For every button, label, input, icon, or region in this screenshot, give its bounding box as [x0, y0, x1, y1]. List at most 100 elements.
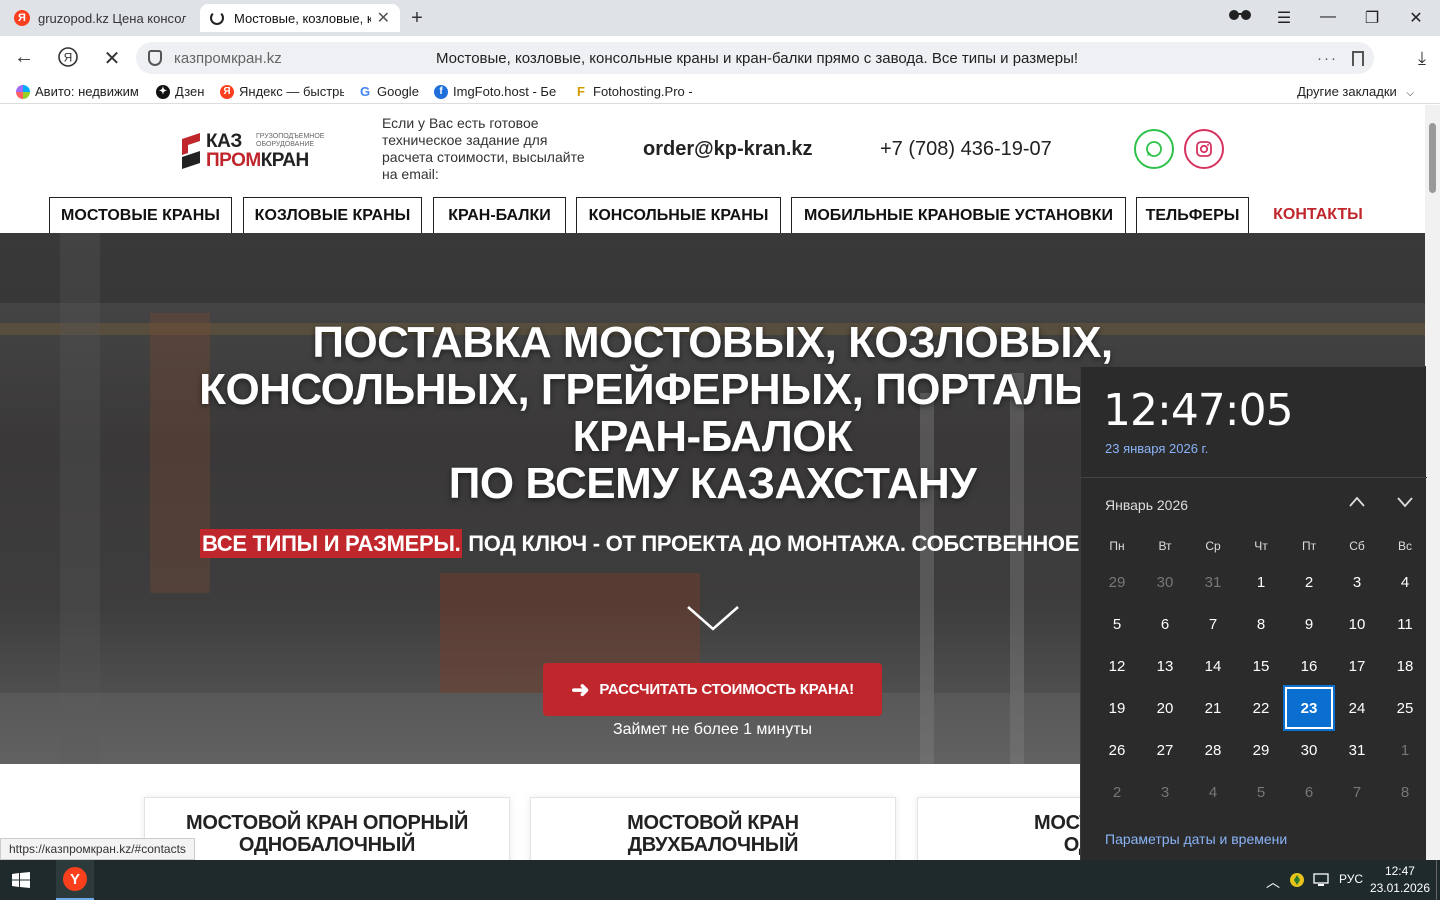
bookmark-dzen[interactable]: ✦ Дзен: [156, 84, 212, 99]
calendar-day[interactable]: 5: [1093, 603, 1141, 645]
more-dots-icon[interactable]: ···: [1317, 50, 1338, 67]
calendar-day[interactable]: 9: [1285, 603, 1333, 645]
calendar-day[interactable]: 3: [1333, 561, 1381, 603]
product-card[interactable]: МОСТОВОЙ КРАН ДВУХБАЛОЧНЫЙ: [530, 797, 896, 860]
download-icon[interactable]: ⤓: [1418, 48, 1426, 69]
bookmark-icon[interactable]: [1352, 50, 1364, 66]
calendar-day[interactable]: 5: [1237, 771, 1285, 813]
incognito-glasses-icon[interactable]: [1228, 8, 1252, 27]
date-time-settings-link[interactable]: Параметры даты и времени: [1105, 831, 1287, 847]
calendar-day[interactable]: 2: [1093, 771, 1141, 813]
calendar-day[interactable]: 10: [1333, 603, 1381, 645]
language-indicator[interactable]: РУС: [1339, 872, 1363, 886]
calendar-day[interactable]: 19: [1093, 687, 1141, 729]
other-bookmarks-button[interactable]: Другие закладки ⌵: [1297, 84, 1414, 99]
calendar-day[interactable]: 26: [1093, 729, 1141, 771]
close-window-icon[interactable]: ✕: [1404, 8, 1428, 28]
calendar-day[interactable]: 1: [1237, 561, 1285, 603]
calendar-flyout: 12:47:05 23 января 2026 г. Январь 2026 П…: [1080, 366, 1429, 860]
whatsapp-button[interactable]: [1134, 129, 1174, 169]
calendar-day[interactable]: 25: [1381, 687, 1429, 729]
calculate-price-button[interactable]: ➜ РАССЧИТАТЬ СТОИМОСТЬ КРАНА!: [543, 663, 882, 716]
calendar-day[interactable]: 31: [1189, 561, 1237, 603]
chevron-down-icon[interactable]: [1396, 493, 1414, 511]
windows-start-icon[interactable]: [12, 872, 30, 888]
calendar-day[interactable]: 22: [1237, 687, 1285, 729]
bookmark-fotohosting[interactable]: F Fotohosting.Pro -: [574, 84, 700, 99]
calendar-day[interactable]: 16: [1285, 645, 1333, 687]
calendar-day[interactable]: 13: [1141, 645, 1189, 687]
calendar-day[interactable]: 8: [1237, 603, 1285, 645]
calendar-day[interactable]: 31: [1333, 729, 1381, 771]
calendar-day[interactable]: 14: [1189, 645, 1237, 687]
bookmark-google[interactable]: G Google: [358, 84, 424, 99]
scrollbar-thumb[interactable]: [1429, 123, 1436, 193]
scroll-down-chevron-icon[interactable]: [686, 603, 740, 633]
calendar-day-today[interactable]: 23: [1283, 685, 1335, 731]
flyout-date-link[interactable]: 23 января 2026 г.: [1105, 441, 1208, 456]
tab-kazpromkran-active[interactable]: Мостовые, козловые, к ✕: [200, 4, 400, 32]
calendar-day[interactable]: 20: [1141, 687, 1189, 729]
nav-konsolnye-krany[interactable]: КОНСОЛЬНЫЕ КРАНЫ: [576, 197, 781, 233]
site-logo[interactable]: КАЗ ГРУЗОПОДЪЕМНОЕ ОБОРУДОВАНИЕ ПРОМКРАН: [180, 131, 330, 171]
bookmark-avito[interactable]: Авито: недвижим: [16, 84, 144, 99]
calendar-day[interactable]: 3: [1141, 771, 1189, 813]
new-tab-button[interactable]: +: [406, 8, 428, 30]
bookmark-imgfoto[interactable]: f ImgFoto.host - Бе: [434, 84, 560, 99]
nav-kozlovye-krany[interactable]: КОЗЛОВЫЕ КРАНЫ: [243, 197, 422, 233]
weekday-label: Чт: [1254, 539, 1268, 553]
tab-gruzopod[interactable]: Я gruzopod.kz Цена консол: [4, 4, 196, 32]
calendar-day[interactable]: 29: [1237, 729, 1285, 771]
calendar-month-label[interactable]: Январь 2026: [1105, 497, 1188, 513]
bookmark-yandex[interactable]: Я Яндекс — быстры: [220, 84, 344, 99]
network-icon[interactable]: [1313, 872, 1331, 891]
chevron-up-icon[interactable]: [1348, 493, 1366, 511]
nav-mostovye-krany[interactable]: МОСТОВЫЕ КРАНЫ: [49, 197, 232, 233]
tray-chevron-up-icon[interactable]: ︿: [1266, 872, 1280, 892]
back-arrow-icon[interactable]: ←: [10, 46, 38, 69]
calendar-day[interactable]: 15: [1237, 645, 1285, 687]
calendar-day[interactable]: 17: [1333, 645, 1381, 687]
calendar-day[interactable]: 6: [1285, 771, 1333, 813]
weekday-label: Ср: [1205, 539, 1221, 553]
nav-kran-balki[interactable]: КРАН-БАЛКИ: [433, 197, 566, 233]
yandex-browser-taskbar-button[interactable]: Y: [56, 860, 94, 900]
calendar-day[interactable]: 28: [1189, 729, 1237, 771]
contact-phone-link[interactable]: +7 (708) 436-19-07: [880, 138, 1052, 161]
calendar-day[interactable]: 4: [1381, 561, 1429, 603]
url-field[interactable]: казпромкран.kz Мостовые, козловые, консо…: [136, 42, 1374, 74]
product-card[interactable]: МОСТОВОЙ КРАН ОПОРНЫЙ ОДНОБАЛОЧНЫЙ: [144, 797, 510, 860]
nav-kontakty[interactable]: КОНТАКТЫ: [1259, 197, 1377, 233]
yandex-button-icon[interactable]: Я: [54, 46, 82, 74]
tray-app-icon[interactable]: [1289, 872, 1305, 891]
nav-telfery[interactable]: ТЕЛЬФЕРЫ: [1136, 197, 1249, 233]
calendar-day[interactable]: 7: [1189, 603, 1237, 645]
calendar-day[interactable]: 18: [1381, 645, 1429, 687]
url-domain: казпромкран.kz: [174, 49, 282, 67]
site-security-shield-icon[interactable]: [148, 50, 162, 66]
restore-window-icon[interactable]: ❐: [1360, 8, 1384, 28]
show-desktop-button[interactable]: [1436, 860, 1440, 900]
calendar-day[interactable]: 4: [1189, 771, 1237, 813]
menu-hamburger-icon[interactable]: ☰: [1272, 8, 1296, 28]
calendar-day[interactable]: 29: [1093, 561, 1141, 603]
instagram-button[interactable]: [1184, 129, 1224, 169]
calendar-day[interactable]: 6: [1141, 603, 1189, 645]
calendar-day[interactable]: 24: [1333, 687, 1381, 729]
calendar-day[interactable]: 12: [1093, 645, 1141, 687]
calendar-day[interactable]: 21: [1189, 687, 1237, 729]
calendar-day[interactable]: 8: [1381, 771, 1429, 813]
calendar-day[interactable]: 30: [1141, 561, 1189, 603]
calendar-day[interactable]: 7: [1333, 771, 1381, 813]
calendar-day[interactable]: 2: [1285, 561, 1333, 603]
nav-mobilnye-kranovye-ustanovki[interactable]: МОБИЛЬНЫЕ КРАНОВЫЕ УСТАНОВКИ: [791, 197, 1126, 233]
calendar-day[interactable]: 11: [1381, 603, 1429, 645]
tab-close-icon[interactable]: ✕: [371, 8, 390, 28]
minimize-icon[interactable]: —: [1316, 8, 1340, 26]
calendar-day[interactable]: 30: [1285, 729, 1333, 771]
contact-email-link[interactable]: order@kp-kran.kz: [643, 138, 813, 161]
calendar-day[interactable]: 1: [1381, 729, 1429, 771]
stop-loading-icon[interactable]: ✕: [98, 46, 126, 71]
taskbar-clock[interactable]: 12:47 23.01.2026: [1370, 863, 1430, 897]
calendar-day[interactable]: 27: [1141, 729, 1189, 771]
